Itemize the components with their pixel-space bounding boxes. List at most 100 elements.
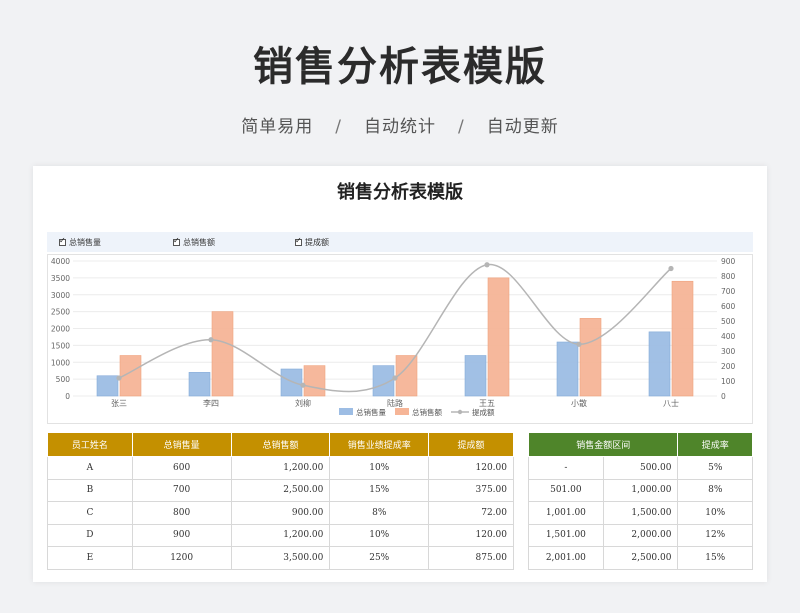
table-cell[interactable]: 1,500.00 [602,501,679,525]
table-cell[interactable]: 900 [131,523,232,547]
y2-tick-label: 700 [721,287,736,296]
table-cell[interactable]: 800 [131,501,232,525]
card-title: 销售分析表模版 [337,182,463,203]
table-row: A 600 1,200.00 10% 120.00 [47,456,514,480]
table-cell[interactable]: E [47,546,133,570]
table-cell[interactable]: 1200 [131,546,232,570]
y-tick-label: 3500 [51,274,70,283]
table-cell[interactable]: 501.00 [528,478,604,502]
table-cell[interactable]: 900.00 [230,501,331,525]
x-tick-label: 张三 [111,399,127,408]
subtitle-item: 简单易用 [241,117,314,137]
legend-swatch [395,408,409,415]
checkbox-icon[interactable] [59,236,66,246]
table-cell[interactable]: 12% [677,523,753,547]
column-header: 总销售额 [230,432,331,457]
table-cell[interactable]: 5% [677,456,753,480]
x-tick-label: 小散 [571,398,587,408]
table-row: 1,501.00 2,000.00 12% [528,523,753,547]
y-tick-label: 2000 [51,325,70,334]
table-cell[interactable]: 72.00 [428,501,514,525]
column-header: 总销售量 [131,432,232,457]
table-cell[interactable]: 15% [677,546,753,570]
y-tick-label: 1500 [51,341,70,350]
bar [96,375,119,397]
table-row: -500.00 5% [528,456,753,480]
table-cell[interactable]: D [47,523,133,547]
table-cell[interactable]: 120.00 [428,456,514,480]
y-tick-label: 1000 [51,358,70,367]
table-cell[interactable]: 2,500.00 [230,478,331,502]
y2-tick-label: 500 [721,317,736,326]
checkbox-icon[interactable] [173,236,180,246]
checkbox-label: 总销售额 [183,238,215,247]
x-tick-label: 刘柳 [295,398,311,408]
commission-rate-table: 销售金额区间 提成率 -500.00 5% 501.00 1,000.00 8% 1,001… [527,432,753,570]
checkbox-commission[interactable]: 提成额 [295,236,329,248]
table-cell[interactable]: A [47,456,133,480]
checkbox-total-quantity[interactable]: 总销售量 [59,236,101,248]
table-row: 2,001.00 2,500.00 15% [528,546,753,570]
table-cell[interactable]: 2,001.00 [528,546,604,570]
page-title: 销售分析表模版 [253,44,547,90]
line-point [300,382,306,388]
table-cell[interactable]: 15% [329,478,430,502]
subtitle-item: 自动统计 [364,117,436,137]
table-cell[interactable]: 600 [131,456,232,480]
y-tick-label: 3000 [51,291,70,300]
y2-tick-label: 800 [721,272,736,281]
x-tick-label: 八士 [663,398,679,408]
chart-svg: 4000350030002500200015001000500090080070… [47,254,753,424]
subtitle-item: 自动更新 [486,117,559,137]
table-cell[interactable]: 2,000.00 [602,523,679,547]
table-cell[interactable]: 1,200.00 [230,456,331,480]
table-cell[interactable]: 10% [329,456,430,480]
y2-tick-label: 300 [721,347,736,356]
table-row: B 700 2,500.00 15% 375.00 [47,478,514,502]
y-tick-label: 500 [56,375,71,384]
line-point [116,375,122,381]
bar [188,372,211,397]
y2-tick-label: 600 [721,302,736,311]
report-card: 销售分析表模版 总销售量 总销售额 提成额 400035003000250020… [33,166,767,582]
table-cell[interactable]: 1,501.00 [528,523,604,547]
column-header: 销售金额区间 [527,432,679,457]
table-cell[interactable]: 10% [677,501,753,525]
y2-tick-label: 200 [721,362,736,371]
table-cell[interactable]: 375.00 [428,478,514,502]
column-header: 员工姓名 [47,432,133,457]
legend-label: 提成额 [472,407,495,417]
x-tick-label: 李四 [203,398,219,408]
table-cell[interactable]: 25% [329,546,430,570]
table-cell[interactable]: 700 [131,478,232,502]
checkbox-total-amount[interactable]: 总销售额 [173,236,215,248]
page-subtitle: 简单易用 / 自动统计 / 自动更新 [0,112,800,137]
table-cell[interactable]: B [47,478,133,502]
table-cell[interactable]: 875.00 [428,546,514,570]
table-cell[interactable]: 500.00 [602,456,679,480]
x-tick-label: 王五 [479,399,495,408]
table-cell[interactable]: 2,500.00 [602,546,679,570]
legend-label: 总销售额 [412,407,442,417]
bar [487,277,510,397]
line-point [484,262,490,268]
table-cell[interactable]: 1,001.00 [528,501,604,525]
legend-swatch [339,408,353,415]
table-cell[interactable]: 1,000.00 [602,478,679,502]
table-cell[interactable]: 3,500.00 [230,546,331,570]
table-cell[interactable]: C [47,501,133,525]
table-row: 1,001.00 1,500.00 10% [528,501,753,525]
table-cell[interactable]: - [528,456,604,480]
legend-marker [457,409,463,415]
table-cell[interactable]: 8% [677,478,753,502]
line-point [208,337,214,343]
y2-tick-label: 0 [721,392,726,401]
table-cell[interactable]: 1,200.00 [230,523,331,547]
table-cell[interactable]: 10% [329,523,430,547]
table-cell[interactable]: 8% [329,501,430,525]
table-cell[interactable]: 120.00 [428,523,514,547]
y2-tick-label: 400 [721,332,736,341]
checkbox-icon[interactable] [295,236,302,246]
sales-table: 员工姓名 总销售量 总销售额 销售业绩提成率 提成额 A 600 1,200.00 10% 12… [47,432,514,570]
sales-chart: 4000 3500 3000 2500 2000 1500 1000 500 0 900 800 70… [47,254,753,424]
